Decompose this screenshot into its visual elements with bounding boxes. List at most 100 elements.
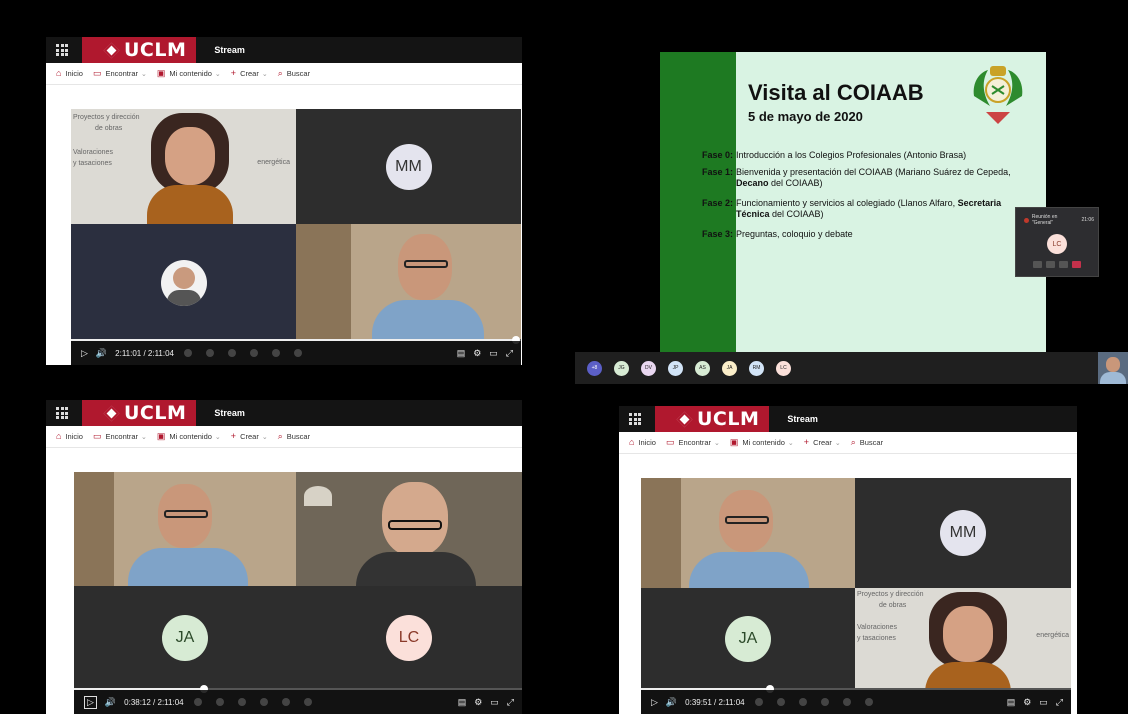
- plus-icon: +: [230, 68, 237, 78]
- nav-my-content[interactable]: ▣ Mi contenido ⌄: [156, 431, 221, 442]
- captions-icon[interactable]: ▤: [1007, 697, 1016, 708]
- nav-search[interactable]: ⌕ Buscar: [850, 437, 883, 448]
- avatar-mm: MM: [385, 143, 432, 190]
- stream-navbar: ⌂ Inicio ▭ Encontrar ⌄ ▣ Mi contenido ⌄ + Crea…: [46, 426, 522, 448]
- fullscreen-icon[interactable]: ⤢: [506, 348, 513, 359]
- nav-create[interactable]: + Crear ⌄: [804, 438, 841, 448]
- nav-discover[interactable]: ▭ Encontrar ⌄: [93, 432, 147, 442]
- participant-video-thumb[interactable]: [1098, 352, 1128, 384]
- participant-avatar[interactable]: JA: [722, 360, 737, 376]
- video-tile-lc: LC: [296, 586, 522, 690]
- meeting-popup[interactable]: Reunión en "General" 21:06 LC: [1015, 207, 1099, 277]
- participant-avatar[interactable]: +8: [587, 360, 602, 376]
- ucml-logo[interactable]: UCLM: [82, 400, 197, 426]
- video-tile-bald-man: [296, 472, 522, 586]
- filmstrip: [754, 698, 873, 706]
- video-tile-mm: MM: [855, 478, 1071, 588]
- nav-create[interactable]: + Crear ⌄: [230, 68, 268, 79]
- avatar-mm: MM: [940, 510, 986, 556]
- discover-icon: ▭: [665, 437, 675, 447]
- backdrop-text: energética: [257, 159, 290, 166]
- participant-avatar[interactable]: DV: [641, 360, 656, 376]
- fullscreen-icon[interactable]: ⤢: [507, 697, 514, 708]
- theater-icon[interactable]: ▭: [490, 697, 499, 708]
- time-display: 0:38:12 / 2:11:04: [124, 697, 184, 707]
- volume-icon[interactable]: 🔊: [666, 697, 677, 708]
- video-player[interactable]: JA LC ▷ 🔊 0:38:12 / 2:11:04 ▤ ⚙ ▭ ⤢: [74, 472, 522, 714]
- mic-icon[interactable]: [1046, 261, 1055, 268]
- my-content-icon: ▣: [156, 68, 166, 78]
- backdrop-text: energética: [1036, 632, 1069, 639]
- backdrop-text: Proyectos y dirección de obras Valoracio…: [857, 590, 924, 644]
- chevron-down-icon: ⌄: [261, 70, 268, 78]
- nav-search[interactable]: ⌕ Buscar: [278, 69, 310, 79]
- meeting-time: 21:06: [1081, 217, 1094, 223]
- phase-text-part: Bienvenida y presentación del COIAAB (Ma…: [736, 167, 1011, 177]
- participant-avatar[interactable]: JG: [614, 360, 629, 376]
- settings-icon[interactable]: ⚙: [474, 697, 482, 708]
- captions-icon[interactable]: ▤: [457, 348, 466, 359]
- play-icon[interactable]: ▷: [81, 348, 88, 359]
- camera-icon[interactable]: [1033, 261, 1042, 268]
- share-icon[interactable]: [1059, 261, 1068, 268]
- chevron-down-icon: ⌄: [214, 70, 221, 78]
- meeting-controls: [1016, 261, 1098, 268]
- ucml-logo[interactable]: UCLM: [655, 406, 770, 432]
- time-display: 0:39:51 / 2:11:04: [685, 697, 745, 707]
- avatar-ja: JA: [725, 616, 771, 662]
- nav-search[interactable]: ⌕ Buscar: [278, 432, 310, 442]
- my-content-icon: ▣: [156, 431, 166, 441]
- app-launcher-icon[interactable]: [56, 44, 68, 56]
- theater-icon[interactable]: ▭: [489, 348, 498, 359]
- nav-discover[interactable]: ▭ Encontrar ⌄: [93, 69, 147, 79]
- theater-icon[interactable]: ▭: [1039, 697, 1048, 708]
- search-icon: ⌕: [850, 437, 856, 447]
- chevron-down-icon: ⌄: [261, 433, 268, 441]
- settings-icon[interactable]: ⚙: [473, 348, 481, 359]
- captions-icon[interactable]: ▤: [458, 697, 467, 708]
- nav-my-content[interactable]: ▣ Mi contenido ⌄: [156, 68, 221, 79]
- stream-window: UCLM Stream ⌂ Inicio ▭ Encontrar ⌄ ▣ Mi cont…: [46, 37, 522, 365]
- phase-item: Fase 1: Bienvenida y presentación del CO…: [660, 167, 1035, 189]
- participant-avatar[interactable]: RM: [749, 360, 764, 376]
- video-tile-mm: MM: [296, 109, 521, 224]
- quadrant-top-left: UCLM Stream ⌂ Inicio ▭ Encontrar ⌄ ▣ Mi cont…: [0, 0, 570, 397]
- backdrop-line: de obras: [95, 124, 123, 132]
- nav-home[interactable]: ⌂ Inicio: [629, 438, 656, 448]
- participant-avatar[interactable]: AS: [695, 360, 710, 376]
- video-tile-man: [641, 478, 855, 588]
- fullscreen-icon[interactable]: ⤢: [1056, 697, 1063, 708]
- nav-home[interactable]: ⌂ Inicio: [56, 69, 83, 79]
- filmstrip: [193, 698, 312, 706]
- chevron-down-icon: ⌄: [141, 433, 147, 441]
- quadrant-bottom-right: UCLM Stream ⌂ Inicio ▭ Encontrar ⌄ ▣ Mi cont…: [575, 398, 1128, 714]
- nav-my-content[interactable]: ▣ Mi contenido ⌄: [730, 438, 794, 448]
- backdrop-line: de obras: [879, 601, 907, 609]
- backdrop-line: Valoraciones: [73, 149, 113, 156]
- phase-text: Introducción a los Colegios Profesionale…: [736, 150, 967, 160]
- ucml-logo[interactable]: UCLM: [82, 37, 197, 63]
- participant-avatar[interactable]: LC: [776, 360, 791, 376]
- hangup-icon[interactable]: [1072, 261, 1081, 268]
- app-name: Stream: [214, 45, 245, 55]
- video-tile-ja: JA: [74, 586, 296, 690]
- settings-icon[interactable]: ⚙: [1023, 697, 1031, 708]
- play-icon[interactable]: ▷: [651, 697, 658, 708]
- nav-home[interactable]: ⌂ Inicio: [56, 432, 83, 442]
- volume-icon[interactable]: 🔊: [96, 348, 107, 359]
- participant-avatar[interactable]: JP: [668, 360, 683, 376]
- nav-discover-label: Encontrar: [105, 69, 138, 78]
- filmstrip: [184, 349, 303, 357]
- participants-strip: +8 JG DV JP AS JA RM LC: [575, 352, 1128, 384]
- nav-my-content-label: Mi contenido: [742, 438, 785, 447]
- nav-create[interactable]: + Crear ⌄: [231, 432, 268, 442]
- video-player[interactable]: MM JA Proyectos y dirección de obras Val…: [641, 478, 1071, 714]
- volume-icon[interactable]: 🔊: [105, 697, 116, 708]
- app-launcher-icon[interactable]: [56, 407, 68, 419]
- play-icon[interactable]: ▷: [84, 695, 97, 709]
- presentation-slide: Visita al COIAAB 5 de mayo de 2020 Fase …: [660, 52, 1046, 352]
- nav-discover[interactable]: ▭ Encontrar ⌄: [665, 437, 720, 448]
- video-player[interactable]: Proyectos y dirección de obras Valoracio…: [71, 109, 521, 365]
- app-launcher-icon[interactable]: [629, 413, 641, 425]
- chevron-down-icon: ⌄: [714, 439, 720, 447]
